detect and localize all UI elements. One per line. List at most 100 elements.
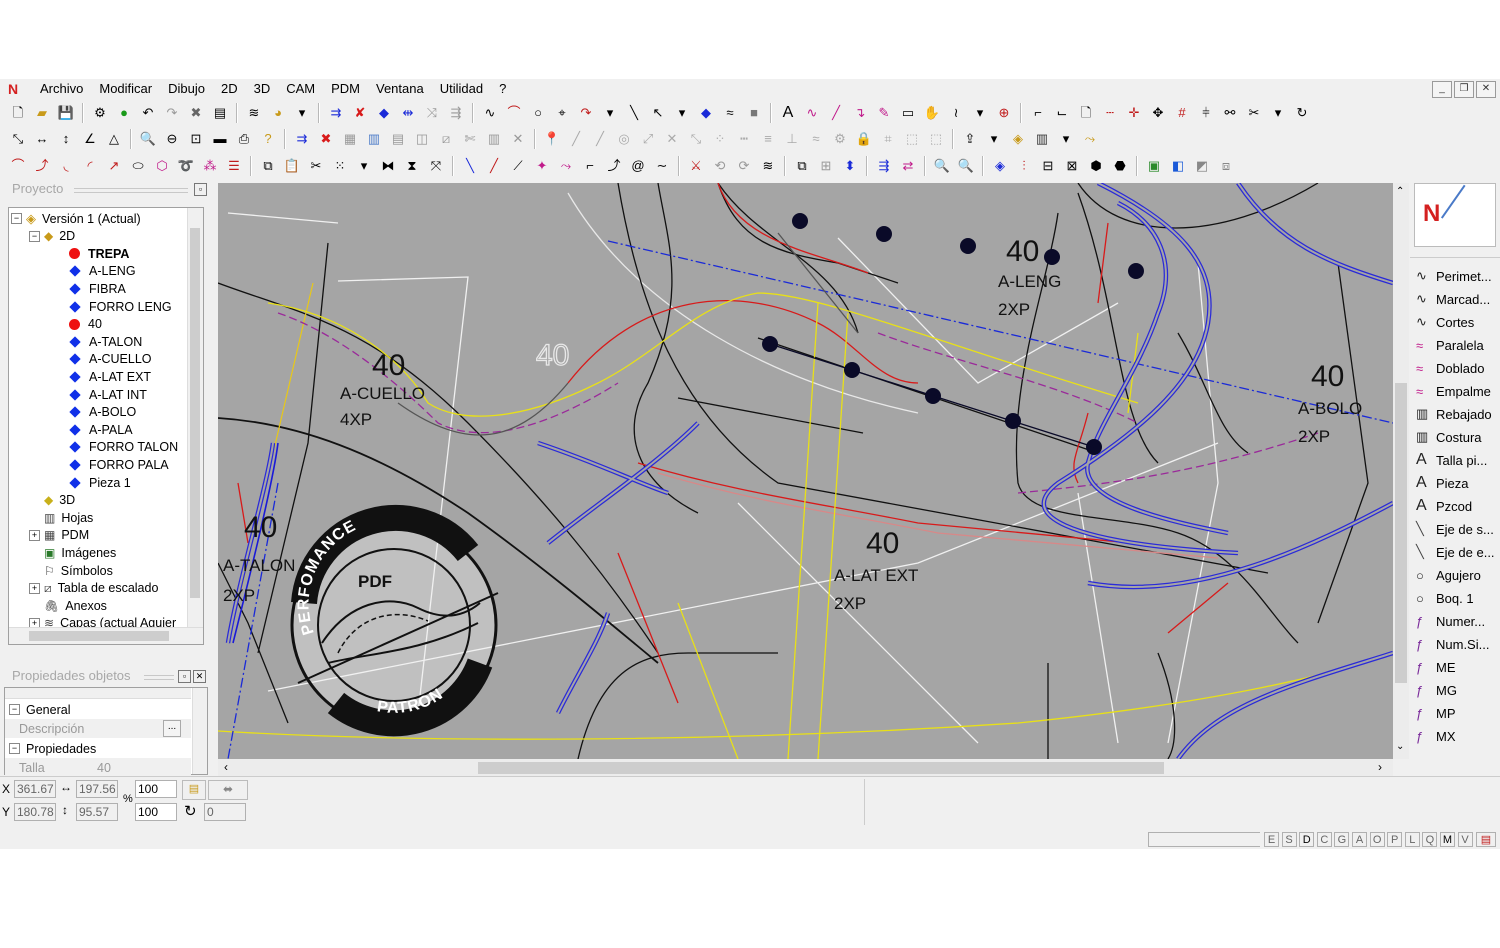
redo-icon[interactable]: ↷: [163, 104, 181, 122]
menu-dibujo[interactable]: Dibujo: [160, 79, 213, 99]
wave3-icon[interactable]: ≈: [807, 130, 825, 148]
diagonal-icon[interactable]: ╱: [827, 104, 845, 122]
window2-icon[interactable]: ⊠: [1063, 157, 1081, 175]
extend-icon[interactable]: ⇶: [447, 104, 465, 122]
tool-item[interactable]: ○ Boq. 1: [1416, 587, 1474, 609]
settings-icon[interactable]: ⚙: [91, 104, 109, 122]
dropdown-icon[interactable]: ▾: [985, 130, 1003, 148]
tool-item[interactable]: ∿ Perimet...: [1416, 265, 1492, 287]
zoom-out-icon[interactable]: ⊖: [163, 130, 181, 148]
cut-red-icon[interactable]: ✖: [317, 130, 335, 148]
hash-icon[interactable]: #: [1173, 104, 1191, 122]
tool-item[interactable]: ∿ Cortes: [1416, 311, 1474, 333]
zoom-in-icon[interactable]: 🔍: [933, 157, 951, 175]
tree-item[interactable]: + ⧄ Tabla de escalado: [29, 580, 158, 597]
descripcion-browse-button[interactable]: ...: [163, 720, 181, 737]
collapse-icon[interactable]: −: [29, 230, 40, 242]
status-toggle-v[interactable]: V: [1457, 832, 1473, 847]
arc-red2-icon[interactable]: ⤴: [33, 157, 51, 175]
arc-red5-icon[interactable]: ↗: [105, 157, 123, 175]
tool-item[interactable]: ○ Agujero: [1416, 564, 1481, 586]
arc-red3-icon[interactable]: ◟: [57, 157, 75, 175]
arc-red-icon[interactable]: ⌒: [9, 157, 27, 175]
status-toggle-o[interactable]: O: [1369, 832, 1385, 847]
spline-icon[interactable]: ∿: [481, 104, 499, 122]
layers2-icon[interactable]: ◩: [1193, 157, 1211, 175]
tree-item[interactable]: 40: [69, 316, 102, 333]
arc-icon[interactable]: ⌒: [505, 104, 523, 122]
tool-item[interactable]: A Talla pi...: [1416, 449, 1487, 471]
expand-icon[interactable]: +: [29, 582, 40, 594]
menu-2d[interactable]: 2D: [213, 79, 246, 99]
status-toggle-s[interactable]: S: [1281, 832, 1297, 847]
plus-icon[interactable]: ✛: [1125, 104, 1143, 122]
paint-icon[interactable]: ◕: [269, 104, 287, 122]
pen-icon[interactable]: ✎: [875, 104, 893, 122]
status-toggle-l[interactable]: L: [1404, 832, 1420, 847]
tree-item[interactable]: ▥ Hojas: [29, 509, 93, 526]
status-toggle-m[interactable]: M: [1440, 832, 1455, 847]
step-icon[interactable]: ⌐: [581, 157, 599, 175]
frame-icon[interactable]: ⌗: [879, 130, 897, 148]
arrow-join-icon[interactable]: ⇶: [875, 157, 893, 175]
undo-icon[interactable]: ↶: [139, 104, 157, 122]
lock-icon[interactable]: 🔒: [855, 130, 873, 148]
tool-item[interactable]: ╲ Eje de s...: [1416, 518, 1494, 540]
tree-item[interactable]: − ◈ Versión 1 (Actual): [11, 210, 141, 227]
pointer-icon[interactable]: ↖: [649, 104, 667, 122]
polygon-icon[interactable]: ⬡: [153, 157, 171, 175]
status-options-icon[interactable]: ▤: [1476, 832, 1496, 847]
image-icon[interactable]: ▣: [1145, 157, 1163, 175]
dash-curve-icon[interactable]: ⤳: [557, 157, 575, 175]
zoom-minus-icon[interactable]: 🔍: [957, 157, 975, 175]
collapse-icon[interactable]: −: [9, 704, 20, 715]
talla-value[interactable]: 40: [97, 761, 111, 775]
y-coordinate-field[interactable]: 180.78: [14, 803, 56, 821]
red-line-icon[interactable]: ╱: [485, 157, 503, 175]
diag1-icon[interactable]: ╱: [567, 130, 585, 148]
tool-item[interactable]: ∿ Marcad...: [1416, 288, 1490, 310]
move-icon[interactable]: ⇉: [327, 104, 345, 122]
align-toggle-icon[interactable]: ⬌: [208, 780, 248, 800]
wave4-icon[interactable]: ≋: [759, 157, 777, 175]
swirl-icon[interactable]: @: [629, 157, 647, 175]
panel-close-icon[interactable]: ✕: [193, 670, 206, 683]
3d-view-icon[interactable]: ◧: [1169, 157, 1187, 175]
lines-pattern-icon[interactable]: ☰: [225, 157, 243, 175]
zoom-icon[interactable]: 🔍: [139, 130, 157, 148]
target-icon[interactable]: ⊕: [995, 104, 1013, 122]
pin-icon[interactable]: 📍: [543, 130, 561, 148]
minimize-icon[interactable]: _: [1432, 81, 1452, 98]
cross-delete-icon[interactable]: ✘: [351, 104, 369, 122]
dropdown-icon[interactable]: ▾: [355, 157, 373, 175]
rotation-field[interactable]: 0: [204, 803, 246, 821]
tree-horizontal-scrollbar[interactable]: [9, 627, 203, 644]
arrow-split-icon[interactable]: ⇄: [899, 157, 917, 175]
shape2-icon[interactable]: ⬣: [1111, 157, 1129, 175]
split-icon[interactable]: ⫩: [1197, 104, 1215, 122]
bar-icon[interactable]: ▥: [485, 130, 503, 148]
mirror-icon[interactable]: ⧓: [379, 157, 397, 175]
dropdown-icon[interactable]: ▾: [673, 104, 691, 122]
menu-modificar[interactable]: Modificar: [91, 79, 160, 99]
menu-utilidad[interactable]: Utilidad: [432, 79, 491, 99]
tilde-icon[interactable]: ∼: [653, 157, 671, 175]
tool-item[interactable]: ƒ MP: [1416, 702, 1456, 724]
collapse-icon[interactable]: −: [9, 743, 20, 754]
corner-icon[interactable]: ↴: [851, 104, 869, 122]
paste-icon[interactable]: 📋: [283, 157, 301, 175]
circle-icon[interactable]: ○: [529, 104, 547, 122]
break-icon[interactable]: ⤧: [427, 157, 445, 175]
delete-icon[interactable]: ✖: [187, 104, 205, 122]
properties-scrollbar[interactable]: [192, 688, 207, 774]
align-icon[interactable]: ⊞: [817, 157, 835, 175]
text-icon[interactable]: A: [779, 104, 797, 122]
window-icon[interactable]: ⊟: [1039, 157, 1057, 175]
status-toggle-q[interactable]: Q: [1422, 832, 1438, 847]
tree-item[interactable]: FIBRA: [69, 280, 126, 297]
tree-item[interactable]: ⚐ Símbolos: [29, 562, 113, 579]
tool-item[interactable]: ƒ MX: [1416, 725, 1456, 747]
tool-item[interactable]: ƒ Numer...: [1416, 610, 1485, 632]
tool-item[interactable]: ╲ Eje de e...: [1416, 541, 1495, 563]
rect-icon[interactable]: ▭: [899, 104, 917, 122]
